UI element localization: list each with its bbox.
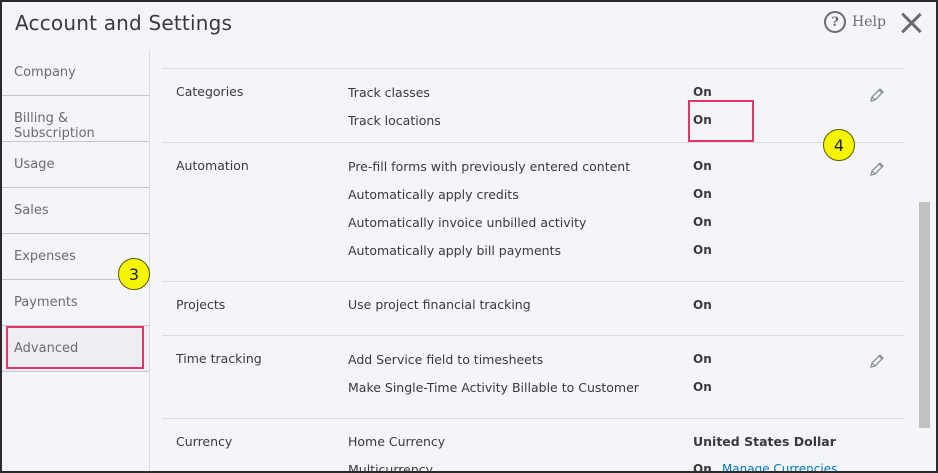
- section-title-currency: Currency: [176, 434, 233, 449]
- advanced-settings-panel: Categories Track classes On Track locati…: [162, 50, 904, 471]
- setting-value: On: [693, 243, 712, 257]
- setting-label: Use project financial tracking: [348, 297, 531, 312]
- divider: [162, 281, 904, 282]
- setting-value: On: [693, 215, 712, 229]
- sidebar-item-usage[interactable]: Usage: [2, 142, 149, 188]
- sidebar-item-label: Company: [14, 65, 76, 80]
- setting-label: Automatically apply bill payments: [348, 243, 561, 258]
- annotation-badge-3: 3: [118, 258, 150, 290]
- sidebar-item-label: Sales: [14, 203, 49, 218]
- setting-label: Make Single-Time Activity Billable to Cu…: [348, 380, 639, 395]
- sidebar-item-label: Billing & Subscription: [14, 111, 95, 141]
- divider: [162, 418, 904, 419]
- setting-label: Pre-fill forms with previously entered c…: [348, 159, 631, 174]
- edit-categories-pencil-icon[interactable]: [867, 85, 887, 105]
- close-icon[interactable]: [898, 10, 924, 36]
- setting-label: Home Currency: [348, 434, 446, 449]
- help-label: Help: [852, 14, 886, 30]
- edit-time-tracking-pencil-icon[interactable]: [867, 351, 887, 371]
- divider: [162, 142, 904, 143]
- help-icon: ?: [824, 11, 846, 33]
- setting-label: Multicurrency: [348, 462, 434, 473]
- setting-label: Track locations: [348, 113, 441, 128]
- setting-value: On: [693, 380, 712, 394]
- divider: [162, 68, 904, 69]
- section-title-automation: Automation: [176, 158, 249, 173]
- help-button[interactable]: ? Help: [824, 11, 886, 33]
- scrollbar-thumb[interactable]: [919, 202, 930, 428]
- sidebar-item-company[interactable]: Company: [2, 50, 149, 96]
- vertical-scrollbar[interactable]: [917, 50, 932, 471]
- section-title-categories: Categories: [176, 84, 244, 99]
- setting-label: Add Service field to timesheets: [348, 352, 544, 367]
- sidebar-item-sales[interactable]: Sales: [2, 188, 149, 234]
- setting-label: Automatically apply credits: [348, 187, 519, 202]
- settings-dialog: Account and Settings ? Help Company Bill…: [0, 0, 938, 473]
- setting-value-text: On: [693, 462, 712, 473]
- sidebar-item-label: Expenses: [14, 249, 76, 264]
- setting-value: On: [693, 352, 712, 366]
- section-title-time-tracking: Time tracking: [176, 351, 262, 366]
- page-title: Account and Settings: [15, 11, 233, 35]
- setting-value: On Manage Currencies: [693, 462, 837, 473]
- divider: [162, 335, 904, 336]
- setting-value: On: [693, 85, 712, 99]
- dialog-header: Account and Settings ? Help: [2, 2, 936, 50]
- highlight-box-advanced: [6, 326, 144, 369]
- section-title-projects: Projects: [176, 297, 226, 312]
- setting-value: On: [693, 159, 712, 173]
- sidebar-item-billing-subscription[interactable]: Billing & Subscription: [2, 96, 149, 142]
- setting-label: Automatically invoice unbilled activity: [348, 215, 587, 230]
- annotation-badge-4: 4: [823, 129, 855, 161]
- edit-automation-pencil-icon[interactable]: [867, 159, 887, 179]
- manage-currencies-link[interactable]: Manage Currencies: [722, 462, 837, 471]
- sidebar-item-label: Usage: [14, 157, 55, 172]
- setting-value: United States Dollar: [693, 434, 836, 449]
- setting-value: On: [693, 298, 712, 312]
- highlight-box-edit: [688, 100, 754, 142]
- setting-label: Track classes: [348, 85, 430, 100]
- sidebar-item-label: Payments: [14, 295, 78, 310]
- setting-value: On: [693, 187, 712, 201]
